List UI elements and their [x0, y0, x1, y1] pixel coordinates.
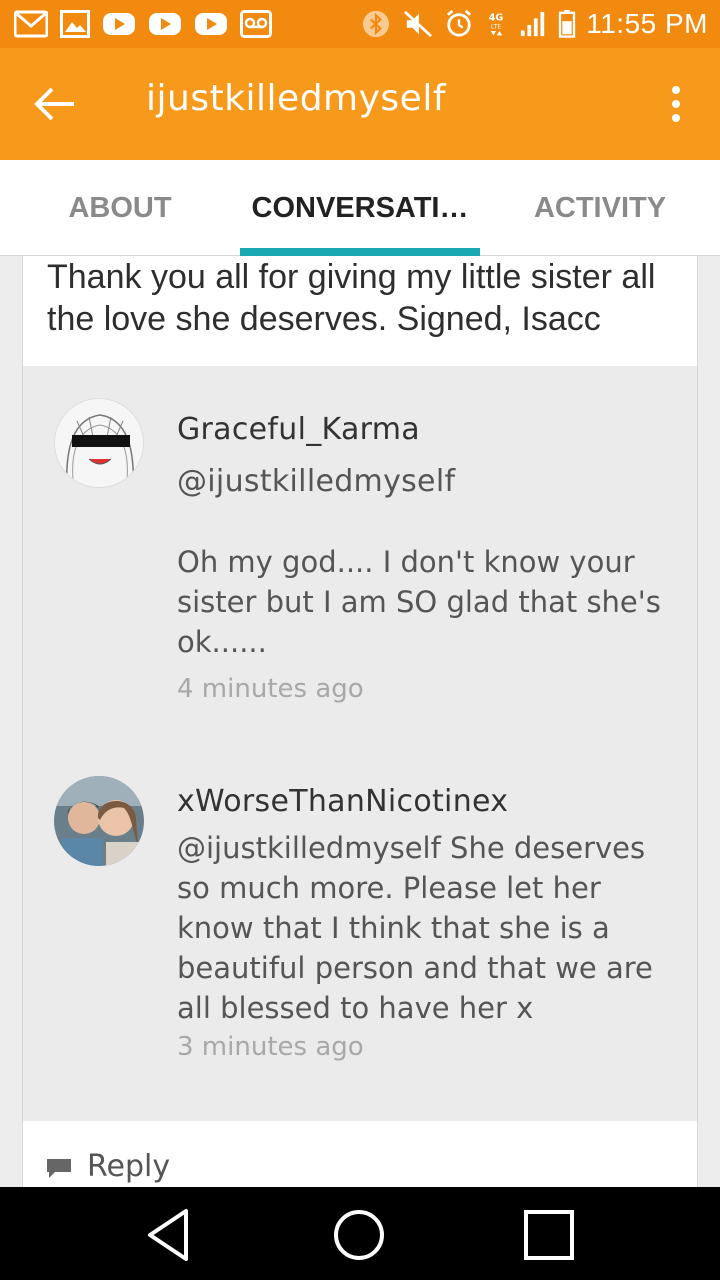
- comment-item: Graceful_Karma @ijustkilledmyself Oh my …: [23, 366, 697, 736]
- comments-list: Graceful_Karma @ijustkilledmyself Oh my …: [23, 366, 697, 1121]
- reply-button[interactable]: Reply: [23, 1121, 697, 1187]
- comment-timestamp: 4 minutes ago: [177, 674, 364, 704]
- gallery-icon: [60, 10, 90, 38]
- home-circle-icon[interactable]: [329, 1205, 389, 1265]
- avatar[interactable]: [54, 776, 144, 866]
- gmail-icon: [14, 10, 48, 38]
- tab-activity[interactable]: ACTIVITY: [480, 160, 720, 256]
- tab-about[interactable]: ABOUT: [0, 160, 240, 256]
- app-bar: ijustkilledmyself: [0, 48, 720, 160]
- anime-girl-avatar-icon: [55, 399, 143, 487]
- system-icons: 4G LTE 11:55 PM: [360, 6, 708, 42]
- notification-icons: [14, 8, 272, 40]
- 4g-lte-icon: 4G LTE: [489, 13, 504, 36]
- network-type-label: 4G: [489, 13, 504, 24]
- bluetooth-icon: [363, 10, 390, 38]
- comment-item: xWorseThanNicotinex @ijustkilledmyself S…: [23, 746, 697, 1116]
- back-triangle-icon[interactable]: [140, 1205, 200, 1265]
- page-title: ijustkilledmyself: [146, 78, 446, 119]
- active-tab-indicator: [240, 248, 480, 256]
- tab-bar: ABOUT CONVERSATI… ACTIVITY: [0, 160, 720, 256]
- mute-icon: [404, 10, 433, 38]
- svg-text:LTE: LTE: [491, 23, 501, 30]
- youtube-icon: [103, 13, 135, 35]
- comment-timestamp: 3 minutes ago: [177, 1032, 364, 1062]
- youtube-icon: [195, 13, 227, 35]
- comment-text: Oh my god.... I don't know your sister b…: [177, 545, 661, 659]
- recents-square-icon[interactable]: [519, 1205, 579, 1265]
- comment-username[interactable]: xWorseThanNicotinex: [177, 784, 508, 819]
- system-nav-bar: [0, 1187, 720, 1280]
- voicemail-icon: [240, 10, 272, 38]
- conversation-card: Thank you all for giving my little siste…: [22, 256, 698, 1187]
- alarm-icon: [447, 10, 472, 37]
- signal-icon: [521, 11, 545, 37]
- avatar[interactable]: [54, 398, 144, 488]
- youtube-icon: [149, 13, 181, 35]
- reply-label: Reply: [87, 1149, 171, 1184]
- arrow-left-icon[interactable]: [30, 84, 82, 124]
- post-text: Thank you all for giving my little siste…: [47, 258, 656, 338]
- selfie-photo-avatar-icon: [54, 776, 144, 866]
- comment-username[interactable]: Graceful_Karma: [177, 412, 420, 447]
- comment-mention[interactable]: @ijustkilledmyself: [177, 464, 455, 499]
- status-time: 11:55 PM: [586, 8, 708, 39]
- comment-icon: [47, 1159, 71, 1178]
- battery-icon: [559, 10, 576, 38]
- status-bar: 4G LTE 11:55 PM: [0, 0, 720, 48]
- more-vert-icon[interactable]: [668, 84, 684, 124]
- tab-conversations[interactable]: CONVERSATI…: [240, 160, 480, 256]
- comment-text: @ijustkilledmyself She deserves so much …: [177, 831, 653, 1025]
